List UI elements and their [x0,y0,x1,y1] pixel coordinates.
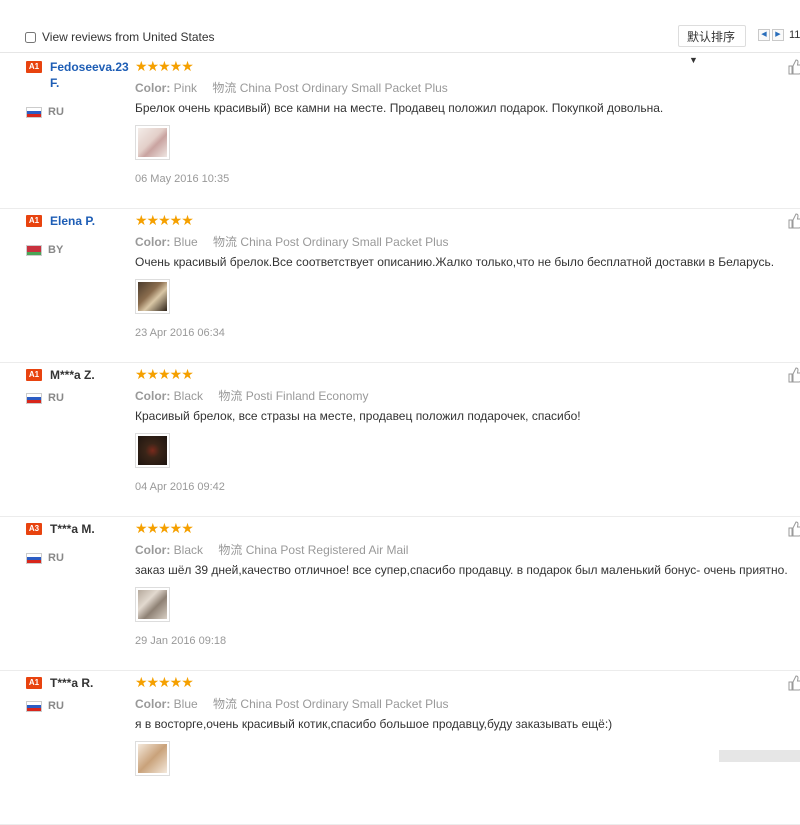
country-flag-icon [26,244,42,256]
horizontal-scrollbar[interactable] [719,750,800,762]
us-reviews-filter[interactable]: View reviews from United States [25,30,215,44]
color-value: Black [173,389,204,403]
country-flag-icon [26,700,42,712]
color-label: Color: [135,235,171,249]
review-date: 04 Apr 2016 09:42 [135,481,225,493]
review-item: A1 M***a Z. RU ★★★★★ Color: Black 物流 Pos… [0,362,800,517]
buyer-level-badge: A1 [26,677,42,689]
order-info: Color: Black 物流 Posti Finland Economy [135,387,368,404]
color-label: Color: [135,81,171,95]
reviewer-name[interactable]: Elena P. [50,213,134,229]
country-code: RU [48,700,64,712]
thumbs-up-icon[interactable] [788,675,800,691]
review-photo[interactable] [135,125,170,160]
review-photo[interactable] [135,587,170,622]
reviewer-country: RU [26,106,64,118]
review-photo-image [138,128,167,157]
pagination: ◀ ▶ 11 [758,29,800,41]
review-item: A1 Fedoseeva.23 F. RU ★★★★★ Color: Pink … [0,54,800,209]
review-photo[interactable] [135,279,170,314]
review-item: A1 Elena P. BY ★★★★★ Color: Blue 物流 Chin… [0,208,800,363]
review-photo[interactable] [135,433,170,468]
thumbs-up-icon[interactable] [788,213,800,229]
order-info: Color: Blue 物流 China Post Ordinary Small… [135,233,449,250]
shipping-label: 物流 [213,235,238,249]
color-label: Color: [135,697,171,711]
reviewer-country: BY [26,244,63,256]
review-item: A1 T***a R. RU ★★★★★ Color: Blue 物流 Chin… [0,670,800,825]
shipping-label: 物流 [212,81,237,95]
color-label: Color: [135,389,171,403]
country-code: RU [48,392,64,404]
order-info: Color: Blue 物流 China Post Ordinary Small… [135,695,449,712]
reviewer-name[interactable]: Fedoseeva.23 F. [50,59,134,91]
color-label: Color: [135,543,171,557]
page-number[interactable]: 11 [789,29,800,41]
shipping-value: China Post Ordinary Small Packet Plus [240,235,449,249]
reviewer-name: T***a R. [50,676,94,690]
shipping-value: China Post Ordinary Small Packet Plus [240,697,449,711]
review-text: Очень красивый брелок.Все соответствует … [135,255,775,269]
review-date: 29 Jan 2016 09:18 [135,635,227,647]
thumbs-up-icon[interactable] [788,59,800,75]
shipping-label: 物流 [218,389,243,403]
order-info: Color: Pink 物流 China Post Ordinary Small… [135,79,448,96]
country-code: RU [48,552,64,564]
reviewer-country: RU [26,700,64,712]
reviewer-country: RU [26,552,64,564]
review-photo-image [138,590,167,619]
color-value: Blue [173,697,198,711]
review-item: A3 T***a M. RU ★★★★★ Color: Black 物流 Chi… [0,516,800,671]
shipping-label: 物流 [218,543,243,557]
sort-dropdown[interactable]: 默认排序▼ [678,25,746,65]
next-page-button[interactable]: ▶ [772,29,784,41]
review-date: 06 May 2016 10:35 [135,173,230,185]
shipping-value: Posti Finland Economy [245,389,369,403]
country-flag-icon [26,392,42,404]
shipping-label: 物流 [213,697,238,711]
country-flag-icon [26,106,42,118]
review-photo[interactable] [135,741,170,776]
review-date: 23 Apr 2016 06:34 [135,327,225,339]
color-value: Blue [173,235,198,249]
review-toolbar: View reviews from United States 默认排序▼ ◀ … [0,22,800,65]
buyer-level-badge: A1 [26,61,42,73]
shipping-value: China Post Registered Air Mail [245,543,409,557]
buyer-level-badge: A3 [26,523,42,535]
star-rating: ★★★★★ [135,212,194,228]
star-rating: ★★★★★ [135,674,194,690]
us-reviews-checkbox[interactable] [25,31,36,43]
shipping-value: China Post Ordinary Small Packet Plus [239,81,448,95]
buyer-level-badge: A1 [26,369,42,381]
country-code: RU [48,106,64,118]
review-photo-image [138,436,167,465]
country-flag-icon [26,552,42,564]
review-text: Красивый брелок, все стразы на месте, пр… [135,409,581,423]
sort-label: 默认排序 [687,30,736,44]
order-info: Color: Black 物流 China Post Registered Ai… [135,541,408,558]
reviewer-country: RU [26,392,64,404]
review-text: заказ шёл 39 дней,качество отличное! все… [135,563,788,577]
review-text: я в восторге,очень красивый котик,спасиб… [135,717,613,731]
reviewer-name: M***a Z. [50,368,95,382]
color-value: Black [173,543,204,557]
color-value: Pink [173,81,198,95]
buyer-level-badge: A1 [26,215,42,227]
review-photo-image [138,282,167,311]
star-rating: ★★★★★ [135,366,194,382]
us-reviews-label: View reviews from United States [42,30,215,44]
review-text: Брелок очень красивый) все камни на мест… [135,101,664,115]
reviewer-name: T***a M. [50,522,95,536]
star-rating: ★★★★★ [135,58,194,74]
thumbs-up-icon[interactable] [788,521,800,537]
star-rating: ★★★★★ [135,520,194,536]
country-code: BY [48,244,64,256]
review-photo-image [138,744,167,773]
thumbs-up-icon[interactable] [788,367,800,383]
prev-page-button[interactable]: ◀ [758,29,770,41]
